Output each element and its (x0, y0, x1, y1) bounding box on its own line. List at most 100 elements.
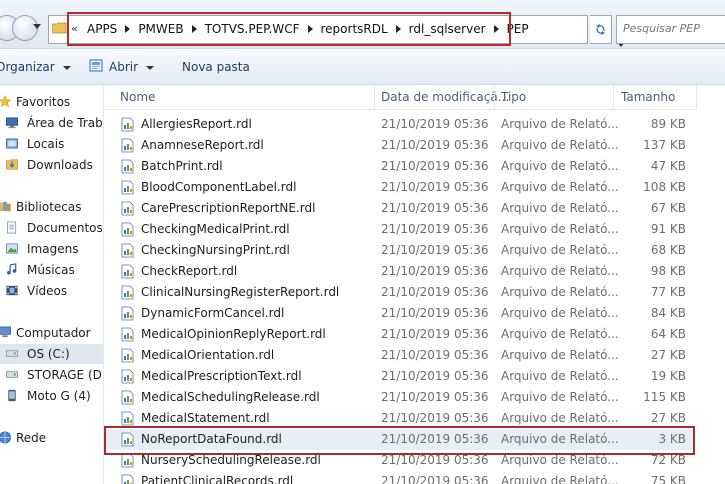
recent-pages-dropdown-icon[interactable] (33, 24, 41, 29)
refresh-icon (596, 24, 605, 35)
nav-item-label: Documentos (27, 221, 103, 235)
file-date: 21/10/2019 05:36 (381, 348, 489, 362)
search-input[interactable] (623, 22, 723, 35)
report-file-icon (121, 369, 134, 384)
column-divider[interactable] (613, 85, 614, 109)
scrollbar-area[interactable] (697, 85, 725, 484)
file-type: Arquivo de Relató... (501, 159, 619, 173)
file-date: 21/10/2019 05:36 (381, 117, 489, 131)
nav-item[interactable]: Moto G (4) (0, 386, 103, 406)
file-name: MedicalStatement.rdl (141, 411, 270, 425)
file-row[interactable]: AllergiesReport.rdl 21/10/2019 05:36 Arqui… (104, 114, 694, 135)
refresh-button[interactable] (590, 15, 612, 44)
file-row[interactable]: PatientClinicalRecords.rdl 21/10/2019 05:… (104, 471, 694, 484)
downloads-folder-icon (6, 159, 18, 170)
file-row[interactable]: CheckingMedicalPrint.rdl 21/10/2019 05:36… (104, 219, 694, 240)
search-box[interactable] (616, 15, 725, 44)
computer-icon (0, 326, 11, 338)
column-type-header[interactable]: Tipo (501, 90, 526, 104)
column-name-header[interactable]: Nome (120, 90, 155, 104)
drive-icon (6, 350, 18, 357)
report-file-icon (121, 117, 134, 132)
nav-item[interactable]: Área de Traba (0, 113, 103, 133)
column-size-header[interactable]: Tamanho (621, 90, 675, 104)
file-date: 21/10/2019 05:36 (381, 159, 489, 173)
file-date: 21/10/2019 05:36 (381, 390, 489, 404)
file-name: DynamicFormCancel.rdl (141, 306, 285, 320)
nav-item[interactable]: Imagens (0, 239, 103, 259)
report-file-icon (121, 306, 134, 321)
file-date: 21/10/2019 05:36 (381, 180, 489, 194)
file-name: CheckReport.rdl (141, 264, 238, 278)
file-date: 21/10/2019 05:36 (381, 222, 489, 236)
drive-icon (6, 371, 18, 378)
nav-item[interactable]: Vídeos (0, 281, 103, 301)
file-row[interactable]: AnamneseReport.rdl 21/10/2019 05:36 Arquiv… (104, 135, 694, 156)
report-file-icon (121, 285, 134, 300)
nav-item[interactable]: OS (C:) (0, 344, 103, 364)
file-date: 21/10/2019 05:36 (381, 327, 489, 341)
file-size: 108 KB (643, 180, 686, 194)
nav-item-label: Bibliotecas (16, 200, 82, 214)
file-type: Arquivo de Relató... (501, 285, 619, 299)
file-row[interactable]: MedicalSchedulingRelease.rdl 21/10/2019 0… (104, 387, 694, 408)
file-row[interactable]: CarePrescriptionReportNE.rdl 21/10/2019 0… (104, 198, 694, 219)
column-header: Nome Data de modificaçã... Tipo Tamanho (104, 85, 725, 110)
new-folder-button[interactable]: Nova pasta (182, 60, 250, 74)
file-date: 21/10/2019 05:36 (381, 285, 489, 299)
file-row[interactable]: BatchPrint.rdl 21/10/2019 05:36 Arquivo de… (104, 156, 694, 177)
organize-button[interactable]: Organizar (0, 60, 71, 74)
open-label: Abrir (109, 60, 139, 74)
nav-item[interactable]: Rede (0, 428, 103, 448)
nav-item-label: Moto G (4) (27, 389, 91, 403)
report-file-icon (121, 474, 134, 484)
nav-item-label: Vídeos (27, 284, 68, 298)
file-size: 72 KB (650, 453, 686, 467)
open-button[interactable]: Abrir (109, 60, 155, 74)
file-row[interactable]: DynamicFormCancel.rdl 21/10/2019 05:36 Arq… (104, 303, 694, 324)
nav-item[interactable]: STORAGE (D:) (0, 365, 103, 385)
file-row[interactable]: BloodComponentLabel.rdl 21/10/2019 05:36 A… (104, 177, 694, 198)
file-row[interactable]: MedicalOpinionReplyReport.rdl 21/10/2019 … (104, 324, 694, 345)
report-file-icon (121, 348, 134, 363)
nav-item[interactable]: Computador (0, 323, 103, 343)
nav-item[interactable]: Documentos (0, 218, 103, 238)
file-type: Arquivo de Relató... (501, 411, 619, 425)
file-type: Arquivo de Relató... (501, 348, 619, 362)
nav-item[interactable]: Locais (0, 134, 103, 154)
open-file-icon[interactable] (89, 58, 104, 73)
file-row[interactable]: CheckReport.rdl 21/10/2019 05:36 Arquivo d… (104, 261, 694, 282)
nav-item[interactable]: Downloads (0, 155, 103, 175)
column-date-header[interactable]: Data de modificaçã... (381, 90, 509, 104)
file-row[interactable]: MedicalOrientation.rdl 21/10/2019 05:36 Ar… (104, 345, 694, 366)
nav-item[interactable]: Favoritos (0, 92, 103, 112)
file-name: BloodComponentLabel.rdl (141, 180, 297, 194)
file-name: NurserySchedulingRelease.rdl (141, 453, 321, 467)
column-divider[interactable] (374, 85, 375, 109)
file-name: MedicalOpinionReplyReport.rdl (141, 327, 326, 341)
file-name: MedicalOrientation.rdl (141, 348, 275, 362)
file-row[interactable]: ClinicalNursingRegisterReport.rdl 21/10/2… (104, 282, 694, 303)
file-list: Nome Data de modificaçã... Tipo Tamanho … (104, 85, 725, 484)
nav-item[interactable]: Músicas (0, 260, 103, 280)
file-row[interactable]: MedicalPrescriptionText.rdl 21/10/2019 05… (104, 366, 694, 387)
file-size: 91 KB (650, 222, 686, 236)
file-type: Arquivo de Relató... (501, 243, 619, 257)
music-icon (7, 263, 17, 275)
file-type: Arquivo de Relató... (501, 390, 619, 404)
network-icon (0, 431, 11, 444)
report-file-icon (121, 159, 134, 174)
nav-item-label: Músicas (27, 263, 75, 277)
file-name: AllergiesReport.rdl (141, 117, 252, 131)
file-row[interactable]: CheckingNursingPrint.rdl 21/10/2019 05:36… (104, 240, 694, 261)
nav-item-label: Locais (27, 137, 65, 151)
report-file-icon (121, 180, 134, 195)
column-divider[interactable] (494, 85, 495, 109)
file-date: 21/10/2019 05:36 (381, 474, 489, 484)
file-type: Arquivo de Relató... (501, 306, 619, 320)
file-name: AnamneseReport.rdl (141, 138, 264, 152)
file-type: Arquivo de Relató... (501, 369, 619, 383)
nav-item[interactable]: Bibliotecas (0, 197, 103, 217)
file-name: CarePrescriptionReportNE.rdl (141, 201, 316, 215)
file-date: 21/10/2019 05:36 (381, 369, 489, 383)
